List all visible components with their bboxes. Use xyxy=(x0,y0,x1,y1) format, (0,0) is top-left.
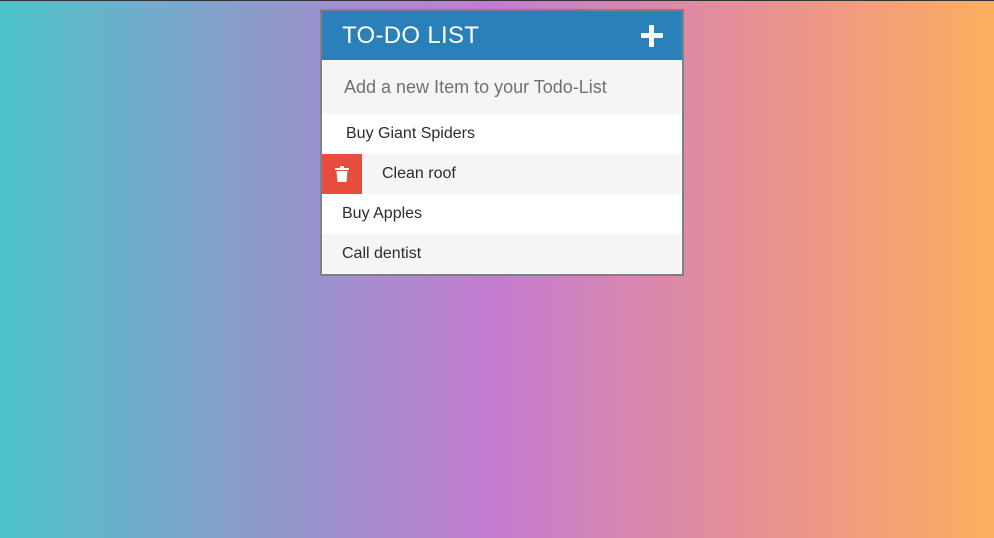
list-item[interactable]: Buy Giant Spiders xyxy=(322,114,682,154)
top-border xyxy=(0,0,994,1)
todo-container: TO-DO LIST Buy Giant Spiders Clean roof … xyxy=(320,9,684,276)
list-item-label: Buy Apples xyxy=(342,205,423,222)
list-item[interactable]: Clean roof xyxy=(322,154,682,194)
trash-icon xyxy=(335,166,349,182)
todo-list: Buy Giant Spiders Clean roof Buy Apples … xyxy=(322,114,682,274)
list-item[interactable]: Call dentist xyxy=(322,234,682,274)
todo-header: TO-DO LIST xyxy=(322,11,682,60)
list-item-label: Call dentist xyxy=(342,245,422,262)
list-item-label: Clean roof xyxy=(382,165,456,182)
add-item-button[interactable] xyxy=(640,24,664,48)
list-item-label: Buy Giant Spiders xyxy=(346,125,475,142)
list-item[interactable]: Buy Apples xyxy=(322,194,682,234)
delete-button[interactable] xyxy=(322,154,362,194)
todo-title: TO-DO LIST xyxy=(342,21,480,49)
new-item-input[interactable] xyxy=(322,60,682,114)
